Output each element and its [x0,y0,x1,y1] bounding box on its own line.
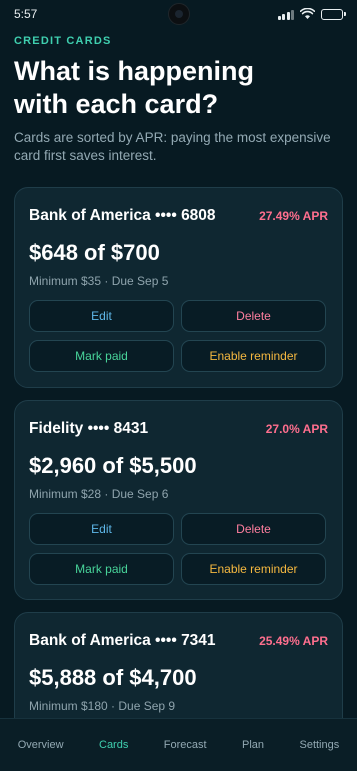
nav-settings[interactable]: Settings [295,733,343,757]
enable-reminder-button[interactable]: Enable reminder [181,553,326,585]
page-subtitle: Cards are sorted by APR: paying the most… [14,130,331,163]
nav-forecast[interactable]: Forecast [160,733,211,757]
credit-card-item: Fidelity •••• 8431 27.0% APR $2,960 of $… [14,400,343,600]
credit-card-item: Bank of America •••• 7341 25.49% APR $5,… [14,612,343,719]
signal-icon [277,9,294,20]
status-time: 5:57 [14,7,38,21]
credit-card-item: Bank of America •••• 6808 27.49% APR $64… [14,187,343,388]
card-name: Fidelity •••• 8431 [29,420,149,437]
section-eyebrow: CREDIT CARDS [14,35,112,47]
main-content[interactable]: CREDIT CARDS What is happening with each… [0,28,357,719]
nav-cards[interactable]: Cards [95,733,132,757]
nav-overview[interactable]: Overview [14,733,68,757]
card-name: Bank of America •••• 6808 [29,207,216,224]
mark-paid-button[interactable]: Mark paid [29,340,174,372]
delete-button[interactable]: Delete [181,300,326,332]
edit-button[interactable]: Edit [29,513,174,545]
card-meta: Minimum $28 · Due Sep 6 [29,487,169,501]
card-apr: 27.0% APR [265,422,328,436]
card-meta: Minimum $180 · Due Sep 9 [29,699,176,713]
wifi-icon [300,8,315,19]
card-apr: 25.49% APR [259,634,328,648]
card-balance: $5,888 of $4,700 [29,665,197,690]
camera-cutout [168,3,190,25]
nav-plan[interactable]: Plan [238,733,268,757]
card-name: Bank of America •••• 7341 [29,632,216,649]
card-balance: $2,960 of $5,500 [29,453,197,478]
status-icons [277,8,346,20]
page-title: What is happening with each card? [14,56,254,119]
bottom-nav: Overview Cards Forecast Plan Settings [0,718,357,771]
card-apr: 27.49% APR [259,209,328,223]
battery-icon [321,8,346,20]
delete-button[interactable]: Delete [181,513,326,545]
card-balance: $648 of $700 [29,240,160,265]
edit-button[interactable]: Edit [29,300,174,332]
enable-reminder-button[interactable]: Enable reminder [181,340,326,372]
card-meta: Minimum $35 · Due Sep 5 [29,274,169,288]
mark-paid-button[interactable]: Mark paid [29,553,174,585]
